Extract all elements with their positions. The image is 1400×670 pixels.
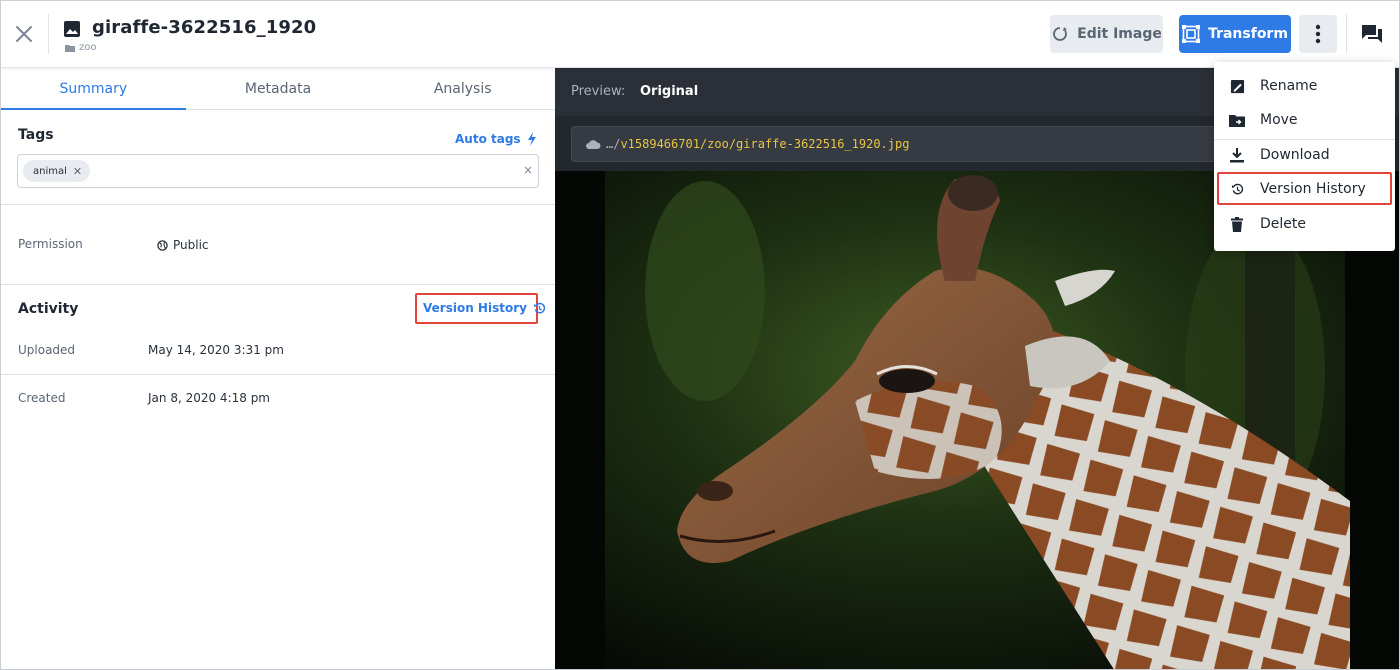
trash-icon [1229,216,1245,232]
folder-move-icon [1229,112,1245,128]
created-value: Jan 8, 2020 4:18 pm [148,391,270,405]
comments-button[interactable] [1358,21,1386,47]
menu-item-version-history[interactable]: Version History [1214,172,1395,206]
tab-analysis[interactable]: Analysis [370,68,555,109]
tag-chip: animal ✕ [23,160,91,182]
asset-details-window: giraffe-3622516_1920 zoo Edit Image Tran… [0,0,1400,670]
preview-version[interactable]: Original [640,84,698,99]
uploaded-label: Uploaded [18,343,76,357]
version-history-link[interactable]: Version History [423,301,546,315]
created-label: Created [18,391,66,405]
remove-tag-icon[interactable]: ✕ [73,165,82,178]
menu-item-label: Download [1260,147,1330,163]
asset-url-text: …/v1589466701/zoo/giraffe-3622516_1920.j… [606,137,909,151]
menu-item-rename[interactable]: Rename [1214,69,1395,103]
url-prefix: …/ [606,137,621,151]
image-icon [64,21,80,37]
asset-url-field[interactable]: …/v1589466701/zoo/giraffe-3622516_1920.j… [571,126,1251,162]
section-divider [1,374,555,375]
version-history-label: Version History [423,301,527,315]
transform-label: Transform [1208,26,1288,42]
menu-item-label: Move [1260,112,1298,128]
edit-image-label: Edit Image [1077,26,1162,42]
uploaded-value: May 14, 2020 3:31 pm [148,343,284,357]
rename-icon [1229,78,1245,94]
header-divider [1346,14,1347,54]
cloud-icon [586,140,601,149]
auto-tags-label: Auto tags [455,132,521,146]
header-divider [48,14,49,54]
preview-label: Preview: [571,84,626,99]
close-icon [16,26,32,42]
tags-input[interactable]: animal ✕ × [17,154,539,188]
more-options-button[interactable] [1299,15,1337,53]
url-path: v1589466701/zoo/giraffe-3622516_1920.jpg [620,137,910,151]
comments-icon [1362,25,1382,43]
tag-chip-label: animal [33,165,67,177]
folder-label[interactable]: zoo [79,42,97,53]
more-vertical-icon [1315,24,1321,44]
history-icon [533,302,546,313]
details-panel: Summary Metadata Analysis Tags Auto tags… [1,68,555,669]
globe-icon [157,239,168,251]
menu-item-label: Rename [1260,78,1318,94]
close-button[interactable] [11,21,37,47]
details-tabs: Summary Metadata Analysis [1,68,555,110]
menu-item-delete[interactable]: Delete [1214,207,1395,241]
history-icon [1229,181,1245,197]
asset-title: giraffe-3622516_1920 [92,17,317,38]
clear-tags-icon[interactable]: × [523,163,533,177]
folder-icon [65,45,75,52]
edit-image-button[interactable]: Edit Image [1050,15,1163,53]
lightning-icon [527,132,536,146]
menu-item-label: Version History [1260,181,1366,197]
edit-image-icon [1053,27,1068,41]
transform-button[interactable]: Transform [1179,15,1291,53]
permission-value[interactable]: Public [157,238,209,252]
section-divider [1,284,555,285]
auto-tags-button[interactable]: Auto tags [455,132,537,146]
menu-item-move[interactable]: Move [1214,103,1395,137]
more-options-menu: Rename Move Download Version History Del… [1214,62,1395,251]
menu-item-download[interactable]: Download [1214,138,1395,172]
permission-value-text: Public [173,238,209,252]
menu-item-label: Delete [1260,216,1306,232]
tab-metadata[interactable]: Metadata [186,68,371,109]
permission-label: Permission [18,237,83,251]
tags-title: Tags [18,127,54,143]
tab-summary[interactable]: Summary [1,68,186,110]
transform-icon [1182,25,1201,43]
activity-title: Activity [18,301,79,317]
section-divider [1,204,555,205]
header-bar: giraffe-3622516_1920 zoo Edit Image Tran… [1,1,1399,68]
download-icon [1229,147,1245,163]
